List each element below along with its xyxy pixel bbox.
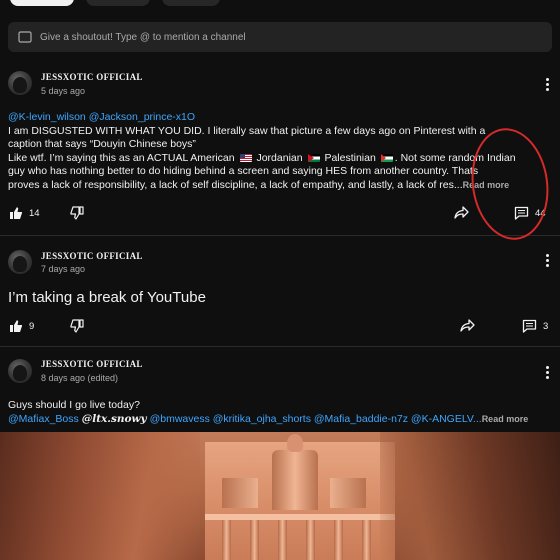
like-count: 14 bbox=[29, 207, 40, 219]
column-shape bbox=[362, 520, 371, 560]
post-line-part: Jordanian bbox=[256, 151, 303, 164]
post-author[interactable]: JESSXOTIC OFFICIAL bbox=[41, 72, 143, 82]
post-author[interactable]: JESSXOTIC OFFICIAL bbox=[41, 251, 143, 261]
post-text: I’m taking a break of YouTube bbox=[8, 289, 206, 306]
post-actions: 14 44 bbox=[0, 206, 560, 226]
more-options-icon[interactable] bbox=[545, 254, 549, 267]
post-mentions[interactable]: @K-levin_wilson @Jackson_prince-x1O bbox=[8, 111, 553, 125]
column-shape bbox=[334, 520, 343, 560]
dislike-button[interactable] bbox=[70, 206, 84, 220]
avatar[interactable] bbox=[8, 71, 32, 95]
post-time: 8 days ago (edited) bbox=[41, 373, 119, 383]
post-time: 5 days ago bbox=[41, 86, 86, 96]
shoutout-placeholder: Give a shoutout! Type @ to mention a cha… bbox=[40, 31, 246, 43]
comment-count: 44 bbox=[535, 207, 546, 219]
column-shape bbox=[278, 520, 287, 560]
comments-button[interactable]: 3 bbox=[522, 319, 548, 333]
divider bbox=[0, 346, 560, 347]
post-line: I am DISGUSTED WITH WHAT YOU DID. I lite… bbox=[8, 124, 486, 137]
facade-shape bbox=[330, 478, 366, 508]
thumbs-up-icon bbox=[10, 207, 22, 219]
post-line-part: Palestinian bbox=[324, 151, 376, 164]
post-composer-icon bbox=[18, 31, 32, 43]
post-line: proves a lack of responsibility, a lack … bbox=[8, 179, 553, 193]
comments-button[interactable]: 44 bbox=[514, 206, 546, 220]
column-shape bbox=[250, 520, 259, 560]
post-author[interactable]: JESSXOTIC OFFICIAL bbox=[41, 359, 143, 369]
avatar[interactable] bbox=[8, 359, 32, 383]
column-shape bbox=[222, 520, 231, 560]
post-line-part: proves a lack of responsibility, a lack … bbox=[8, 178, 463, 191]
cliff-shape bbox=[380, 432, 560, 560]
comment-icon bbox=[514, 206, 529, 220]
post-line: Like wtf. I’m saying this as an ACTUAL A… bbox=[8, 152, 553, 166]
post-line: caption that says “Douyin Chinese boys” bbox=[8, 138, 196, 150]
divider bbox=[0, 235, 560, 236]
share-icon bbox=[460, 319, 475, 332]
thumbs-down-icon bbox=[70, 319, 84, 333]
tab-active[interactable] bbox=[10, 0, 74, 6]
read-more-link[interactable]: Read more bbox=[463, 180, 510, 190]
jordan-flag-icon bbox=[307, 153, 320, 162]
read-more-link[interactable]: Read more bbox=[482, 414, 529, 424]
post-text: Guys should I go live today? bbox=[8, 399, 140, 411]
post-line-part: . Not some random Indian bbox=[394, 151, 516, 164]
tab[interactable] bbox=[86, 0, 150, 6]
filter-tabs bbox=[10, 0, 220, 6]
avatar[interactable] bbox=[8, 250, 32, 274]
comment-icon bbox=[522, 319, 537, 333]
thumbs-up-icon bbox=[10, 320, 22, 332]
facade-shape bbox=[222, 478, 258, 508]
more-options-icon[interactable] bbox=[545, 78, 549, 91]
post-actions: 9 3 bbox=[0, 319, 560, 339]
post-mentions: @Mafiax_Boss @𝒍𝒕𝒙.𝒔𝒏𝒐𝒘𝒚 @bmwavess @kriti… bbox=[8, 413, 553, 427]
tab[interactable] bbox=[162, 0, 220, 6]
post-body: Guys should I go live today? @Mafiax_Bos… bbox=[8, 399, 553, 426]
share-button[interactable] bbox=[460, 319, 475, 333]
us-flag-icon bbox=[239, 153, 252, 162]
like-count: 9 bbox=[29, 320, 35, 332]
comment-count: 3 bbox=[543, 320, 549, 332]
palestine-flag-icon bbox=[380, 153, 393, 162]
more-options-icon[interactable] bbox=[545, 366, 549, 379]
mention-link[interactable]: @bmwavess @kritika_ojha_shorts @Mafia_ba… bbox=[150, 413, 482, 425]
like-button[interactable]: 14 bbox=[9, 206, 40, 220]
post-image[interactable] bbox=[0, 432, 560, 560]
mention-link[interactable]: @𝒍𝒕𝒙.𝒔𝒏𝒐𝒘𝒚 bbox=[82, 413, 147, 425]
like-button[interactable]: 9 bbox=[9, 319, 34, 333]
post-line: guy who has nothing better to do hiding … bbox=[8, 165, 479, 177]
share-button[interactable] bbox=[454, 206, 469, 220]
thumbs-down-icon bbox=[70, 206, 84, 220]
post-body: @K-levin_wilson @Jackson_prince-x1O I am… bbox=[8, 111, 553, 192]
dislike-button[interactable] bbox=[70, 319, 84, 333]
shoutout-input[interactable]: Give a shoutout! Type @ to mention a cha… bbox=[8, 22, 552, 52]
post-line-part: Like wtf. I’m saying this as an ACTUAL A… bbox=[8, 151, 235, 164]
facade-shape bbox=[272, 450, 318, 510]
cliff-shape bbox=[0, 432, 200, 560]
mention-link[interactable]: @Mafiax_Boss bbox=[8, 413, 79, 425]
column-shape bbox=[306, 520, 315, 560]
share-icon bbox=[454, 206, 469, 219]
facade-shape bbox=[287, 434, 303, 452]
post-time: 7 days ago bbox=[41, 264, 86, 274]
